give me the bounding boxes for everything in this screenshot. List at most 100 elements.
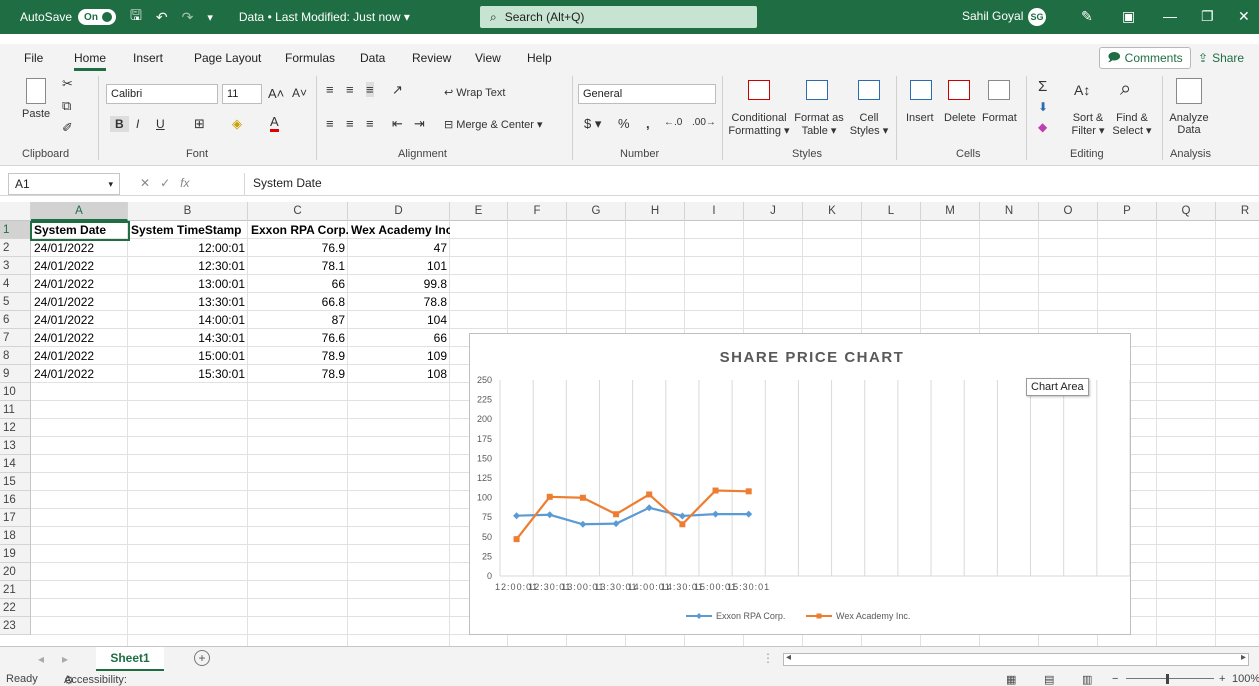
data-cell[interactable]: 101	[348, 257, 450, 275]
function-icon[interactable]: fx	[180, 176, 189, 190]
data-cell[interactable]: 14:00:01	[128, 311, 248, 329]
align-bottom-icon[interactable]: ≡	[366, 82, 374, 97]
tab-help[interactable]: Help	[527, 51, 552, 65]
data-point[interactable]	[645, 504, 653, 512]
row-header-1[interactable]: 1	[0, 221, 31, 239]
data-point[interactable]	[513, 512, 521, 520]
copy-icon[interactable]: ⧉	[62, 98, 71, 114]
column-header-k[interactable]: K	[803, 202, 862, 221]
data-cell[interactable]: 24/01/2022	[31, 347, 128, 365]
data-point[interactable]	[646, 491, 653, 498]
data-point[interactable]	[678, 512, 686, 520]
close-icon[interactable]: ✕	[1238, 8, 1250, 25]
data-cell[interactable]: 76.6	[248, 329, 348, 347]
customize-qat-icon[interactable]: ▾	[207, 11, 213, 24]
increase-font-icon[interactable]: A˄	[268, 86, 284, 101]
bold-button[interactable]: B	[110, 116, 129, 132]
column-header-a[interactable]: A	[31, 202, 128, 221]
tab-data[interactable]: Data	[360, 51, 385, 65]
data-cell[interactable]: 24/01/2022	[31, 293, 128, 311]
data-cell[interactable]: 78.8	[348, 293, 450, 311]
wrap-text-button[interactable]: ↩ Wrap Text	[444, 86, 505, 99]
data-cell[interactable]: 13:30:01	[128, 293, 248, 311]
row-header-12[interactable]: 12	[0, 419, 31, 437]
name-box[interactable]: A1 ▾	[8, 173, 120, 195]
data-cell[interactable]: 24/01/2022	[31, 365, 128, 383]
row-header-14[interactable]: 14	[0, 455, 31, 473]
align-left-icon[interactable]: ≡	[326, 116, 334, 131]
add-sheet-button[interactable]: +	[194, 650, 210, 666]
pen-icon[interactable]: ✎	[1081, 8, 1093, 25]
column-header-q[interactable]: Q	[1157, 202, 1216, 221]
comma-icon[interactable]: ,	[646, 116, 650, 131]
data-cell[interactable]: 66	[348, 329, 450, 347]
zoom-slider[interactable]	[1126, 678, 1214, 679]
data-cell[interactable]: 99.8	[348, 275, 450, 293]
column-header-o[interactable]: O	[1039, 202, 1098, 221]
tab-insert[interactable]: Insert	[133, 51, 163, 65]
confirm-icon[interactable]: ✓	[160, 176, 170, 190]
row-header-4[interactable]: 4	[0, 275, 31, 293]
decrease-decimal-icon[interactable]: .00→	[692, 117, 716, 128]
orientation-icon[interactable]: ↗	[392, 82, 403, 98]
data-cell[interactable]: 24/01/2022	[31, 329, 128, 347]
tab-page-layout[interactable]: Page Layout	[194, 51, 261, 65]
align-center-icon[interactable]: ≡	[346, 116, 354, 131]
next-sheet-icon[interactable]: ▸	[62, 652, 68, 666]
cancel-icon[interactable]: ✕	[140, 176, 150, 190]
data-cell[interactable]: 108	[348, 365, 450, 383]
data-cell[interactable]: 78.9	[248, 365, 348, 383]
row-header-11[interactable]: 11	[0, 401, 31, 419]
column-header-p[interactable]: P	[1098, 202, 1157, 221]
row-header-2[interactable]: 2	[0, 239, 31, 257]
data-point[interactable]	[712, 487, 719, 494]
search-box[interactable]: ⌕ Search (Alt+Q)	[480, 6, 757, 28]
share-button[interactable]: ⇪ Share	[1198, 47, 1244, 69]
tab-home[interactable]: Home	[74, 51, 107, 71]
legend-entry[interactable]: Wex Academy Inc.	[836, 611, 910, 621]
row-header-15[interactable]: 15	[0, 473, 31, 491]
align-middle-icon[interactable]: ≡	[346, 82, 354, 97]
minimize-icon[interactable]: —	[1163, 8, 1177, 24]
data-point[interactable]	[613, 511, 620, 518]
data-cell[interactable]: 12:30:01	[128, 257, 248, 275]
data-cell[interactable]: 24/01/2022	[31, 311, 128, 329]
select-all-corner[interactable]	[0, 202, 31, 221]
clear-icon[interactable]: ◆	[1038, 120, 1047, 134]
page-break-view-icon[interactable]: ▥	[1082, 673, 1092, 686]
sheet-tab-sheet1[interactable]: Sheet1	[96, 647, 164, 671]
column-header-b[interactable]: B	[128, 202, 248, 221]
format-button[interactable]: Format	[982, 112, 1017, 124]
sort-filter-button[interactable]: Sort & Filter ▾	[1066, 112, 1110, 137]
insert-button[interactable]: Insert	[906, 112, 934, 124]
restore-icon[interactable]: ❐	[1201, 8, 1214, 25]
scroll-right-icon[interactable]: ▸	[1241, 652, 1246, 663]
tab-file[interactable]: File	[24, 51, 43, 65]
column-header-c[interactable]: C	[248, 202, 348, 221]
row-header-3[interactable]: 3	[0, 257, 31, 275]
data-point[interactable]	[513, 536, 520, 543]
tab-review[interactable]: Review	[412, 51, 451, 65]
increase-indent-icon[interactable]: ⇥	[414, 116, 425, 132]
percent-icon[interactable]: %	[618, 116, 630, 131]
data-point[interactable]	[546, 511, 554, 519]
data-cell[interactable]: 66.8	[248, 293, 348, 311]
document-title[interactable]: Data • Last Modified: Just now ▾	[239, 10, 410, 24]
data-cell[interactable]: 78.1	[248, 257, 348, 275]
row-header-23[interactable]: 23	[0, 617, 31, 635]
column-header-f[interactable]: F	[508, 202, 567, 221]
row-header-5[interactable]: 5	[0, 293, 31, 311]
data-point[interactable]	[579, 494, 586, 501]
row-header-21[interactable]: 21	[0, 581, 31, 599]
column-header-h[interactable]: H	[626, 202, 685, 221]
font-color-icon[interactable]: A	[270, 114, 279, 132]
save-icon[interactable]: 🖫	[130, 5, 142, 29]
column-header-i[interactable]: I	[685, 202, 744, 221]
borders-icon[interactable]: ⊞	[194, 116, 205, 132]
data-cell[interactable]: 12:00:01	[128, 239, 248, 257]
prev-sheet-icon[interactable]: ◂	[38, 652, 44, 666]
fill-color-icon[interactable]: ◈	[232, 116, 242, 132]
currency-icon[interactable]: $ ▾	[584, 116, 601, 132]
data-point[interactable]	[745, 488, 752, 495]
data-point[interactable]	[612, 520, 620, 528]
